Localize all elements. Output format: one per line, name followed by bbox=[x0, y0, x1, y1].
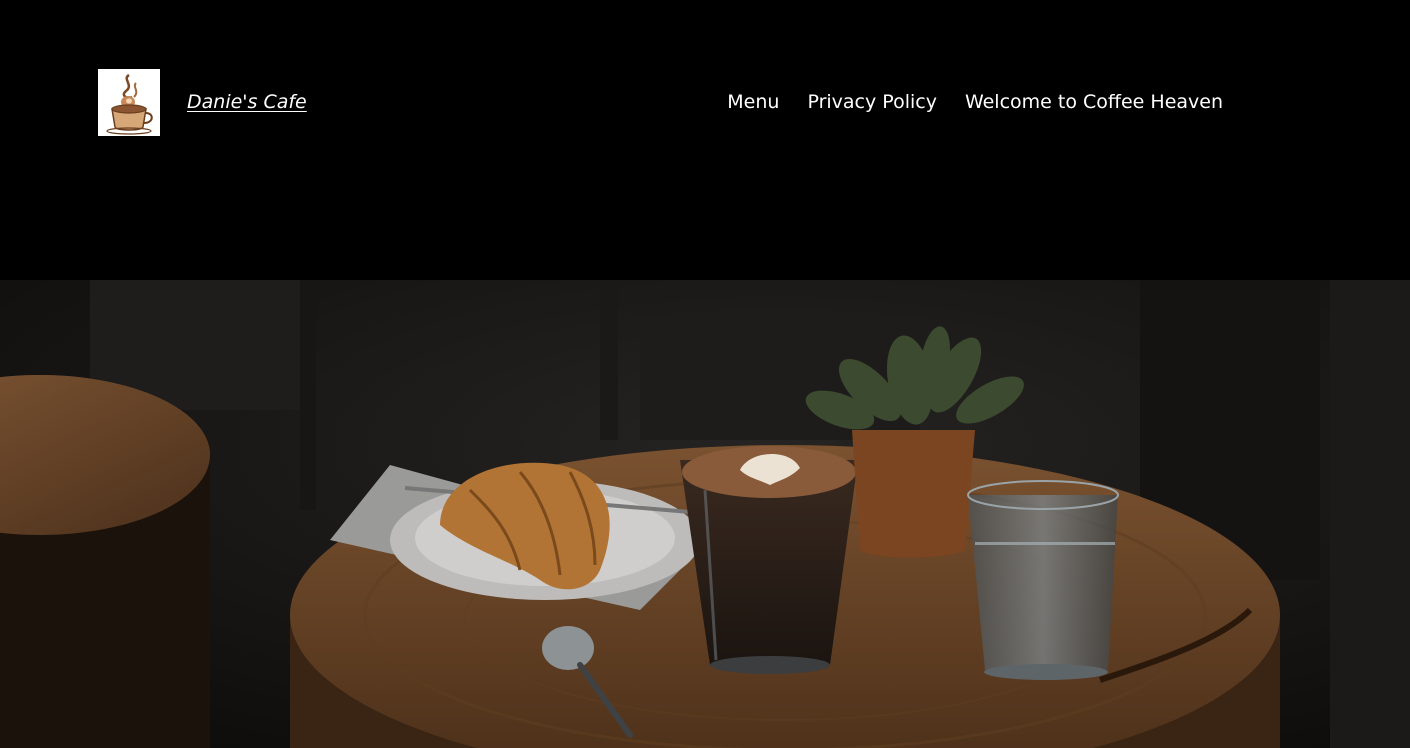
nav-item-privacy-policy[interactable]: Privacy Policy bbox=[807, 91, 936, 113]
hero-image bbox=[0, 280, 1410, 748]
site-title-link[interactable]: Danie's Cafe bbox=[187, 91, 307, 113]
site-header: Danie's Cafe Menu Privacy Policy Welcome… bbox=[0, 0, 1410, 280]
cafe-table-photo bbox=[0, 280, 1410, 748]
nav-item-menu[interactable]: Menu bbox=[727, 91, 779, 113]
page: Danie's Cafe Menu Privacy Policy Welcome… bbox=[0, 0, 1410, 748]
main-nav: Menu Privacy Policy Welcome to Coffee He… bbox=[727, 91, 1223, 113]
nav-item-welcome-to-coffee-heaven[interactable]: Welcome to Coffee Heaven bbox=[965, 91, 1223, 113]
coffee-cup-logo-icon bbox=[98, 69, 160, 136]
site-logo-link[interactable] bbox=[98, 69, 160, 136]
